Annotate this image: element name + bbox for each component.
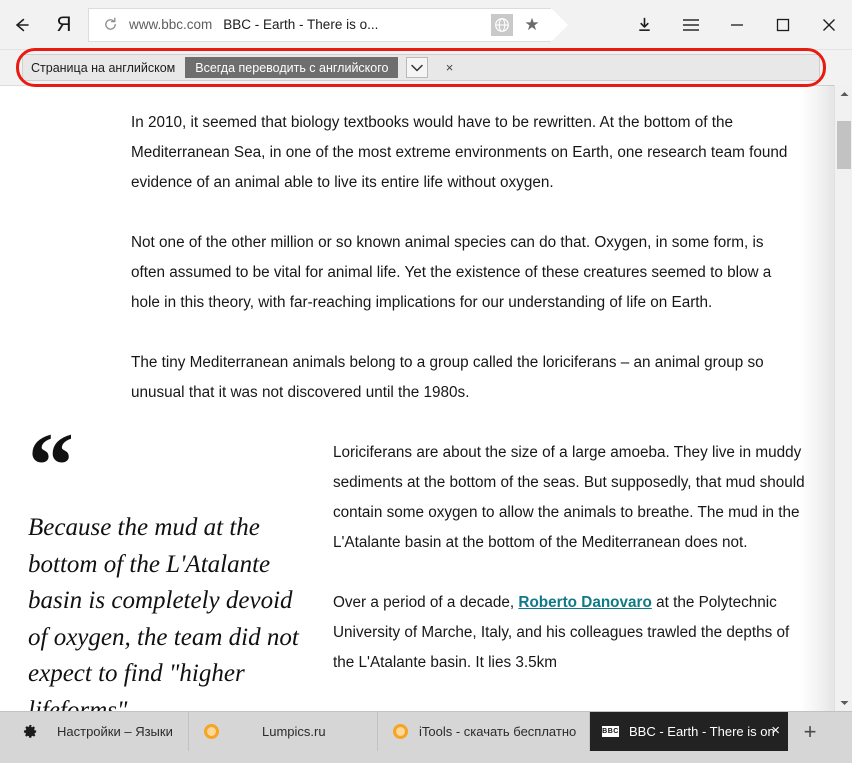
- roberto-danovaro-link[interactable]: Roberto Danovaro: [518, 594, 651, 611]
- translate-bar: Страница на английском Всегда переводить…: [22, 54, 820, 81]
- close-icon: [823, 18, 835, 31]
- download-button[interactable]: [620, 0, 668, 50]
- quote-and-column: “ Because the mud at the bottom of the L…: [28, 414, 810, 711]
- new-tab-button[interactable]: +: [788, 712, 832, 751]
- menu-button[interactable]: [668, 0, 714, 50]
- back-arrow-icon: [16, 18, 29, 31]
- vertical-scrollbar[interactable]: [834, 85, 852, 711]
- tab-label: BBC - Earth - There is on: [629, 724, 775, 739]
- tab-label: iTools - скачать бесплатно: [419, 724, 577, 739]
- paragraph: The tiny Mediterranean animals belong to…: [131, 354, 764, 401]
- tab-strip: Настройки – Языки Lumpics.ru iTools - ск…: [0, 711, 852, 763]
- scroll-down-arrow-icon[interactable]: [835, 694, 852, 711]
- paragraph-with-link: Over a period of a decade, Roberto Danov…: [333, 588, 808, 678]
- maximize-icon: [776, 18, 790, 31]
- tab-lumpics[interactable]: Lumpics.ru: [189, 712, 378, 751]
- url-host-text: www.bbc.com: [129, 17, 213, 32]
- orange-favicon-icon: [392, 723, 409, 740]
- orange-favicon-icon: [203, 723, 220, 740]
- tab-label: Lumpics.ru: [262, 724, 326, 739]
- scrollbar-thumb[interactable]: [837, 121, 851, 169]
- paragraph: Loriciferans are about the size of a lar…: [333, 444, 805, 551]
- paragraph: In 2010, it seemed that biology textbook…: [131, 114, 788, 191]
- close-window-button[interactable]: [806, 0, 852, 50]
- gear-icon: [22, 723, 39, 740]
- globe-translate-icon[interactable]: [491, 13, 513, 36]
- browser-window: Я www.bbc.com BBC - Earth - There is o..…: [0, 0, 852, 763]
- url-page-title: BBC - Earth - There is o...: [223, 17, 379, 32]
- omnibox-actions: ★: [491, 13, 551, 36]
- paragraph: Not one of the other million or so known…: [131, 234, 772, 311]
- translate-status-label: Страница на английском: [31, 60, 176, 75]
- article-column: Loriciferans are about the size of a lar…: [333, 438, 808, 711]
- address-bar[interactable]: www.bbc.com BBC - Earth - There is o... …: [88, 7, 570, 44]
- maximize-button[interactable]: [760, 0, 806, 50]
- quote-mark-icon: “: [28, 414, 74, 516]
- window-controls: [620, 0, 852, 50]
- always-translate-button[interactable]: Всегда переводить с английского: [185, 57, 399, 78]
- scroll-up-arrow-icon[interactable]: [835, 85, 852, 102]
- pullquote-text: Because the mud at the bottom of the L'A…: [28, 514, 299, 711]
- yandex-logo-icon[interactable]: Я: [44, 0, 84, 50]
- article-intro: In 2010, it seemed that biology textbook…: [131, 108, 796, 408]
- translate-bar-close-button[interactable]: ×: [440, 57, 458, 78]
- page-viewport: In 2010, it seemed that biology textbook…: [0, 85, 852, 711]
- paragraph-text-before: Over a period of a decade,: [333, 594, 519, 611]
- translate-bar-region: Страница на английском Всегда переводить…: [0, 50, 852, 85]
- tab-itools[interactable]: iTools - скачать бесплатно: [378, 712, 590, 751]
- browser-toolbar: Я www.bbc.com BBC - Earth - There is o..…: [0, 0, 852, 50]
- star-icon[interactable]: ★: [519, 14, 545, 36]
- reload-icon[interactable]: [99, 17, 121, 32]
- pullquote: “ Because the mud at the bottom of the L…: [28, 414, 306, 711]
- bbc-favicon-icon: BBC: [602, 726, 619, 737]
- tab-bbc-earth-active[interactable]: BBC BBC - Earth - There is on ×: [590, 712, 788, 751]
- chevron-down-icon[interactable]: [406, 57, 429, 78]
- back-button[interactable]: [0, 0, 44, 50]
- tab-close-icon[interactable]: ×: [771, 723, 780, 738]
- minimize-button[interactable]: [714, 0, 760, 50]
- tab-label: Настройки – Языки: [57, 724, 173, 739]
- tab-settings-languages[interactable]: Настройки – Языки: [0, 712, 189, 751]
- hamburger-menu-icon: [683, 18, 699, 31]
- article-content: In 2010, it seemed that biology textbook…: [0, 86, 810, 711]
- download-icon: [638, 17, 650, 31]
- minimize-icon: [731, 23, 743, 26]
